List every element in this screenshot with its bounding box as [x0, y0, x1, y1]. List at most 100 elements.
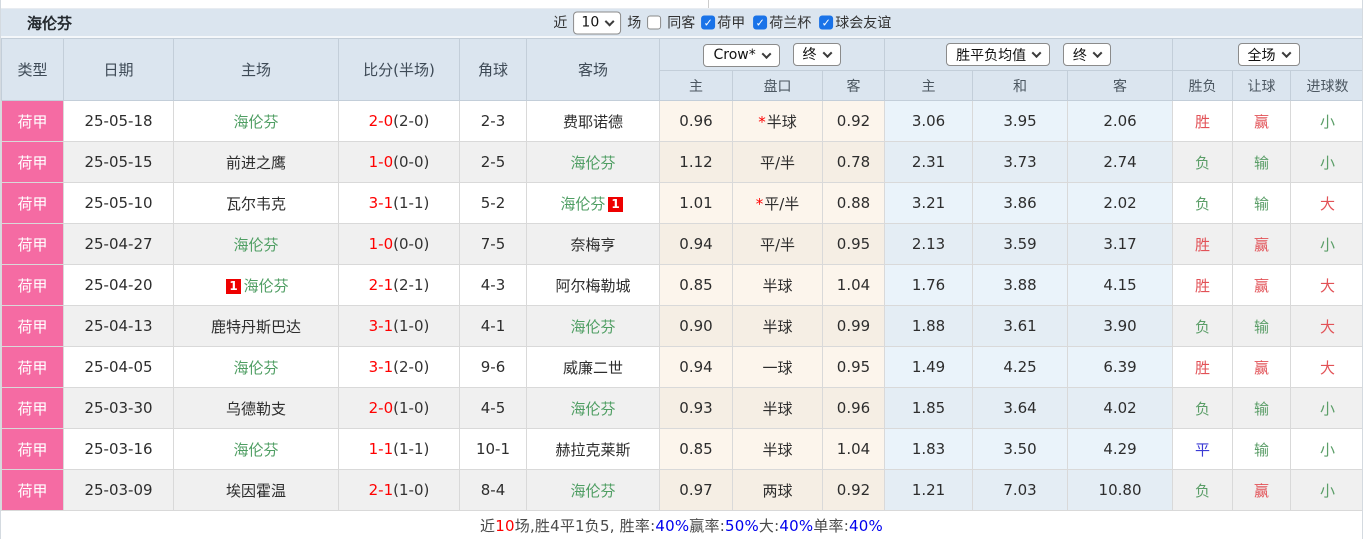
subcol-result-wdl: 胜负 [1172, 70, 1234, 101]
score-cell: 3-1(2-0) [338, 346, 460, 388]
subcol-asian-home: 主 [659, 70, 733, 101]
halftime-score: (1-1) [393, 194, 430, 212]
euro-draw-odds-cell: 3.50 [972, 428, 1069, 470]
result-goals-cell: 小 [1290, 469, 1362, 511]
filter-label: 荷甲 [717, 15, 746, 32]
summary-segment: 场,胜4平1负5, 胜率: [514, 517, 656, 535]
euro-away-odds-cell: 2.06 [1067, 100, 1174, 142]
away-team-cell: 海伦芬 [526, 469, 660, 511]
result-goals-cell: 小 [1290, 223, 1362, 265]
asian-home-odds-cell: 0.94 [659, 223, 733, 265]
handicap-line-cell: 半球 [732, 264, 823, 306]
euro-draw-odds-cell: 3.64 [972, 387, 1069, 429]
euro-draw-odds-cell: 3.61 [972, 305, 1069, 347]
col-header-away: 客场 [526, 38, 660, 101]
home-team-cell: 前进之鹰 [173, 141, 339, 183]
euro-draw-odds-cell: 7.03 [972, 469, 1069, 511]
subcol-result-goals: 进球数 [1290, 70, 1362, 101]
result-goals-cell: 大 [1290, 305, 1362, 347]
summary-segment: 50% [724, 516, 759, 535]
euro-home-odds-cell: 1.85 [884, 387, 974, 429]
team-name: 海伦芬 [570, 317, 616, 336]
filter-checkbox[interactable]: ✓ [819, 15, 834, 30]
euro-home-odds-cell: 3.21 [884, 182, 974, 224]
match-row: 荷甲 25-05-15 前进之鹰 1-0(0-0) 2-5 海伦芬 1.12 平/半 0.78 2… [1, 141, 1362, 183]
result-text: 负 [1195, 399, 1211, 418]
score-cell: 1-0(0-0) [338, 223, 460, 265]
recent-count-select[interactable]: 10 [573, 11, 622, 34]
summary-segment: 40% [848, 516, 883, 535]
away-team-cell: 阿尔梅勒城 [526, 264, 660, 306]
league-cell: 荷甲 [1, 141, 64, 183]
corner-cell: 4-3 [459, 264, 527, 306]
bookmaker-select[interactable]: Crow* [703, 43, 780, 67]
team-name: 海伦芬 [243, 276, 289, 295]
home-team-cell: 瓦尔韦克 [173, 182, 339, 224]
col-header-date: 日期 [63, 38, 174, 101]
halftime-score: (2-1) [393, 276, 430, 294]
subcol-asian-away: 客 [821, 70, 886, 101]
euro-away-odds-cell: 2.02 [1067, 182, 1174, 224]
scope-select[interactable]: 全场 [1237, 43, 1300, 66]
same-away-checkbox[interactable] [647, 15, 662, 30]
match-row: 荷甲 25-04-27 海伦芬 1-0(0-0) 7-5 奈梅亨 0.94 平/半 0.95 2.… [1, 223, 1362, 265]
halftime-score: (2-0) [393, 112, 430, 130]
league-cell: 荷甲 [1, 305, 64, 347]
result-text: 赢 [1254, 112, 1270, 131]
league-cell: 荷甲 [1, 182, 64, 224]
corner-cell: 9-6 [459, 346, 527, 388]
halftime-score: (0-0) [393, 153, 430, 171]
red-card-badge: 1 [226, 278, 241, 294]
result-goals-cell: 小 [1290, 387, 1362, 429]
matches-tbody: 荷甲 25-05-18 海伦芬 2-0(2-0) 2-3 费耶诺德 0.96 *半球 0.92 3… [1, 100, 1362, 511]
euro-away-odds-cell: 4.29 [1067, 428, 1174, 470]
scope-value: 全场 [1247, 47, 1276, 64]
summary-segment: 10 [495, 516, 515, 535]
filter-checkbox[interactable]: ✓ [753, 15, 768, 30]
result-goals-cell: 小 [1290, 428, 1362, 470]
result-text: 负 [1195, 194, 1211, 213]
filter-item: ✓ 荷甲 [701, 13, 745, 33]
league-cell: 荷甲 [1, 223, 64, 265]
europe-time-select[interactable]: 终 [1062, 43, 1111, 66]
team-name: 威廉二世 [562, 358, 623, 377]
result-goals-cell: 大 [1290, 182, 1362, 224]
result-wdl-cell: 胜 [1172, 346, 1234, 388]
asian-time-select[interactable]: 终 [792, 42, 841, 66]
match-row: 荷甲 25-03-09 埃因霍温 2-1(1-0) 8-4 海伦芬 0.97 两球 0.92 1.… [1, 469, 1362, 511]
asian-away-odds-cell: 0.92 [821, 100, 886, 142]
chevron-down-icon [604, 16, 615, 27]
team-name: 乌德勒支 [225, 399, 286, 418]
handicap-line-cell: 平/半 [732, 141, 823, 183]
subcol-euro-away: 客 [1067, 70, 1174, 101]
handicap-line-cell: 平/半 [732, 223, 823, 265]
summary-segment: 赢率: [689, 517, 725, 535]
away-team-cell: 威廉二世 [526, 346, 660, 388]
result-text: 输 [1254, 194, 1270, 213]
result-text: 小 [1320, 235, 1336, 254]
team-name: 瓦尔韦克 [225, 194, 286, 213]
date-cell: 25-03-30 [63, 387, 174, 429]
match-history-panel: 海伦芬 近 10 场 同客 ✓荷甲✓荷兰杯✓球会友谊 类型 日期 主场 [0, 0, 1363, 539]
asian-away-odds-cell: 1.04 [821, 264, 886, 306]
match-row: 荷甲 25-03-16 海伦芬 1-1(1-1) 10-1 赫拉克莱斯 0.85 半球 1.04… [1, 428, 1362, 470]
asian-time-value: 终 [802, 47, 817, 63]
result-text: 负 [1195, 153, 1211, 172]
team-title: 海伦芬 [27, 14, 73, 32]
result-goals-cell: 大 [1290, 264, 1362, 306]
asian-home-odds-cell: 0.85 [659, 264, 733, 306]
result-handicap-cell: 输 [1232, 387, 1292, 429]
bookmaker-value: Crow* [713, 47, 756, 63]
asian-away-odds-cell: 0.95 [821, 346, 886, 388]
result-wdl-cell: 负 [1172, 387, 1234, 429]
filter-checkbox[interactable]: ✓ [701, 15, 716, 30]
handicap-line-cell: 一球 [732, 346, 823, 388]
match-row: 荷甲 25-03-30 乌德勒支 2-0(1-0) 4-5 海伦芬 0.93 半球 0.96 1.… [1, 387, 1362, 429]
team-name: 海伦芬 [233, 112, 279, 131]
filter-item: ✓ 球会友谊 [819, 13, 891, 33]
result-goals-cell: 小 [1290, 141, 1362, 183]
result-handicap-cell: 赢 [1232, 346, 1292, 388]
odds-type-select[interactable]: 胜平负均值 [946, 43, 1051, 66]
column-divider-line [708, 0, 709, 8]
home-team-cell: 鹿特丹斯巴达 [173, 305, 339, 347]
